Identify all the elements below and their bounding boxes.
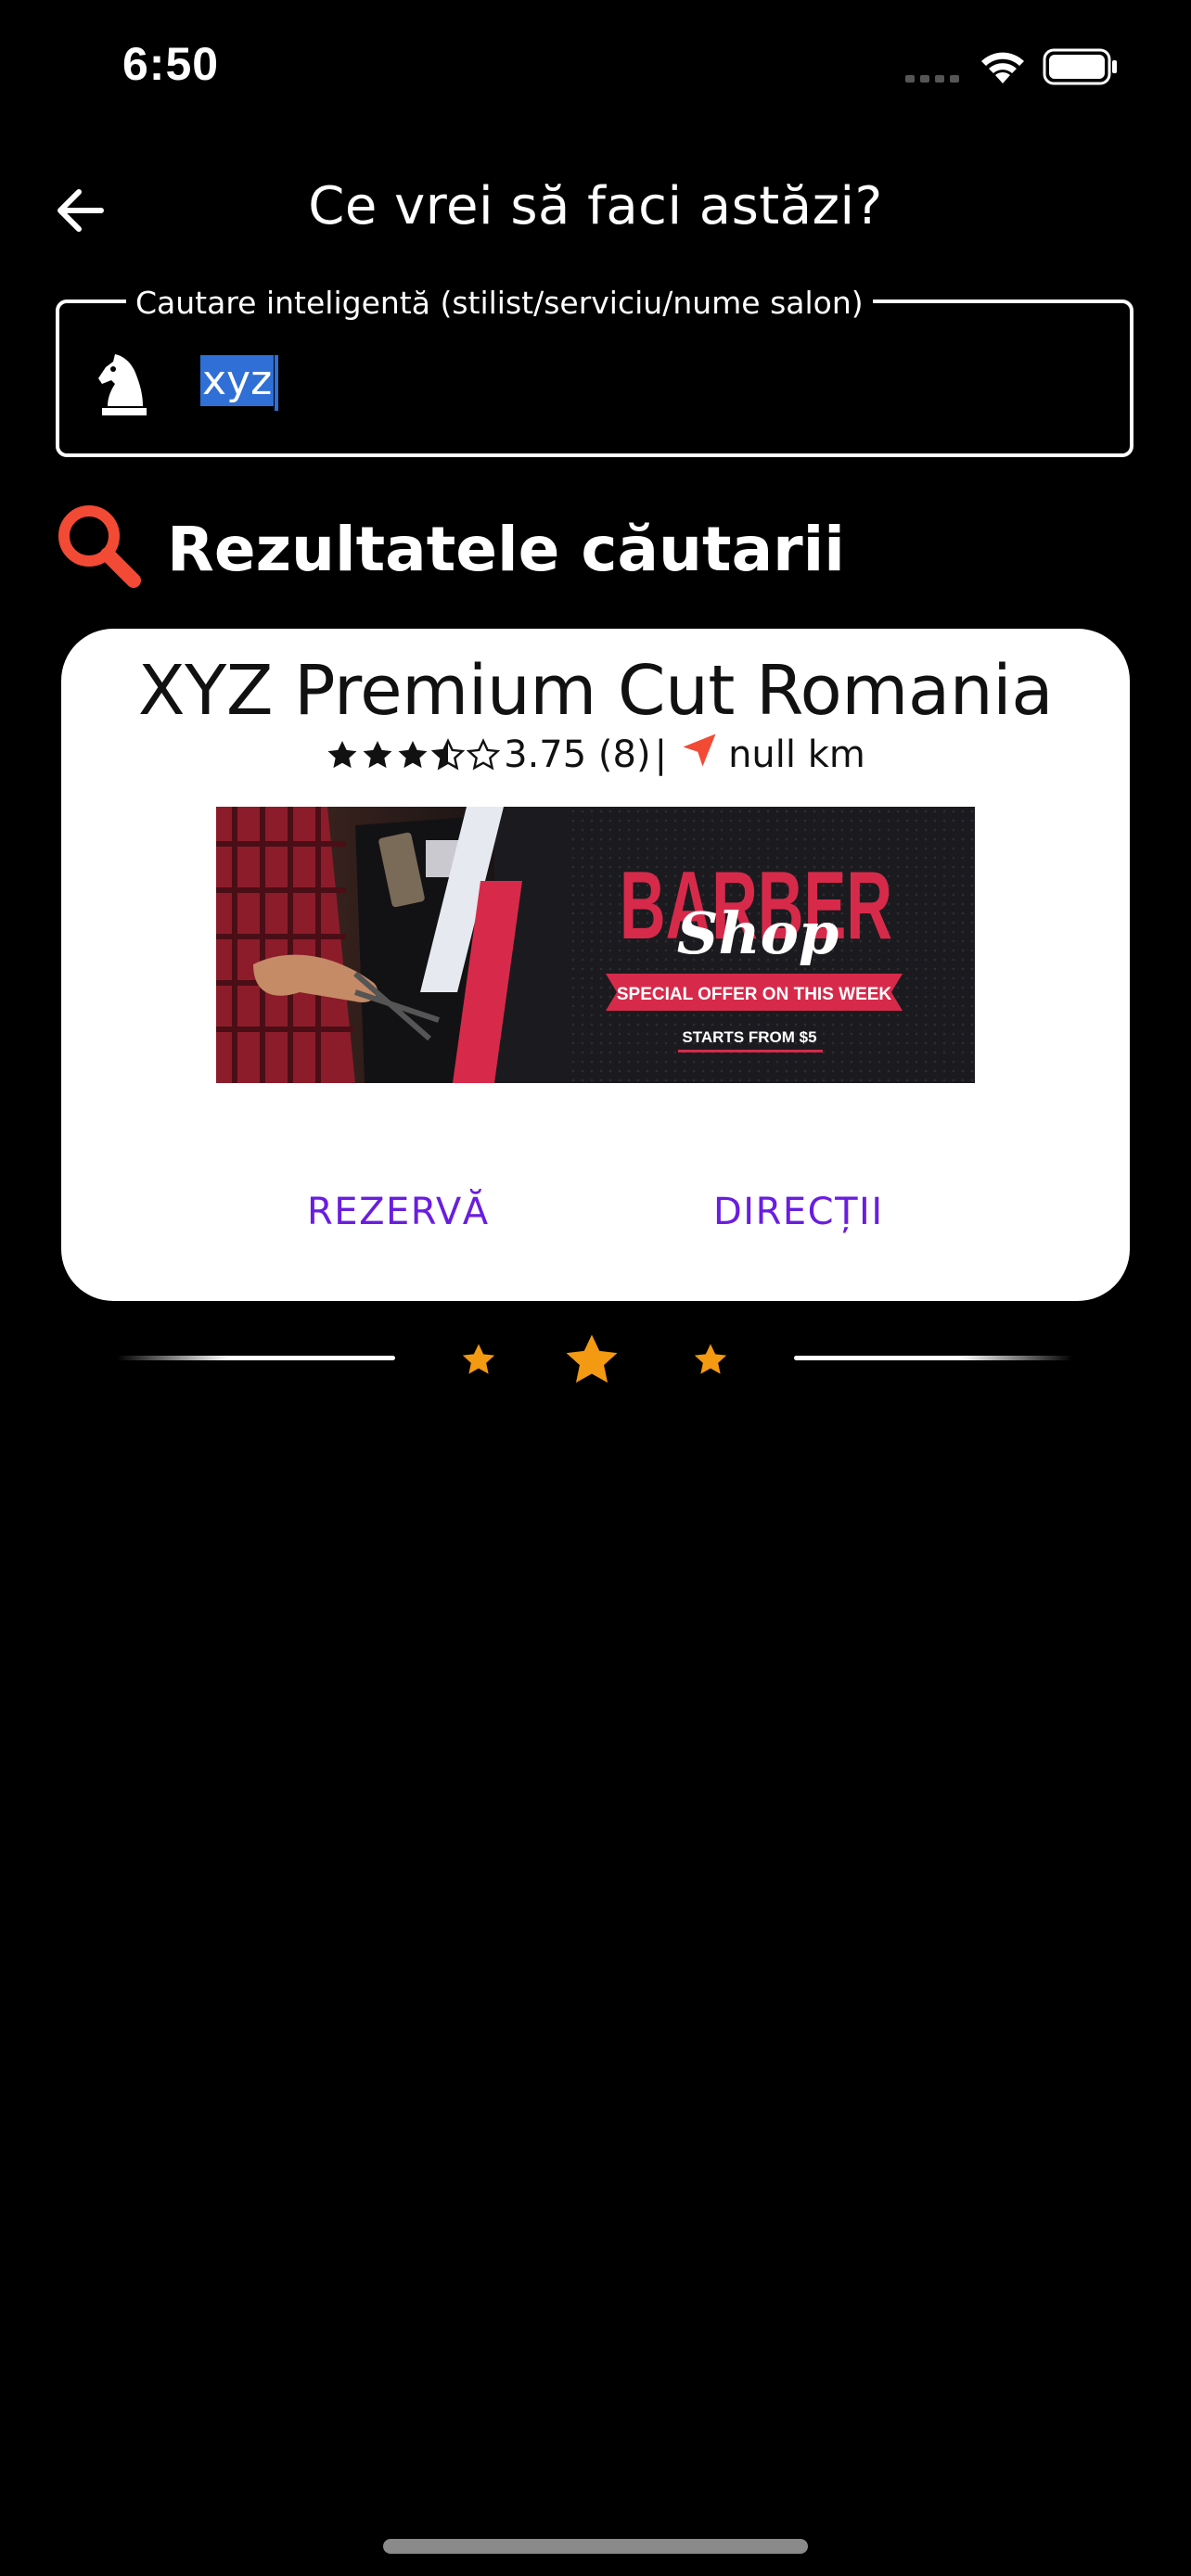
star-filled-icon	[327, 741, 357, 769]
status-bar: 6:50	[0, 0, 1191, 130]
salon-result-card[interactable]: XYZ Premium Cut Romania 3.75 (8) | null …	[61, 629, 1130, 1301]
magnifier-icon	[54, 501, 143, 594]
status-time: 6:50	[122, 38, 220, 90]
divider-line-left	[117, 1356, 395, 1360]
text-caret	[275, 355, 279, 411]
rating-stars	[326, 738, 501, 772]
chess-knight-icon	[93, 351, 154, 424]
search-input-value: xyz	[200, 355, 275, 406]
app-header: Ce vrei să faci astăzi?	[0, 167, 1191, 250]
divider-line-right	[794, 1356, 1072, 1360]
banner-ribbon-text: SPECIAL OFFER ON THIS WEEK	[617, 985, 892, 1004]
cellular-signal-icon	[905, 72, 963, 89]
book-button[interactable]: REZERVĂ	[307, 1191, 490, 1233]
salon-name: XYZ Premium Cut Romania	[137, 651, 1054, 731]
banner-price-note: STARTS FROM $5	[682, 1028, 816, 1046]
results-title: Rezultatele căutarii	[167, 514, 845, 585]
page-title: Ce vrei să faci astăzi?	[308, 176, 883, 236]
distance-text: null km	[728, 733, 865, 776]
banner-brand-line2: Shop	[677, 899, 839, 967]
star-icon	[566, 1334, 618, 1384]
card-actions: REZERVĂ DIRECȚII	[61, 1185, 1130, 1259]
search-input[interactable]: xyz	[200, 351, 279, 412]
salon-banner-image: BARBER Shop SPECIAL OFFER ON THIS WEEK S…	[216, 807, 975, 1083]
results-heading: Rezultatele căutarii	[54, 501, 1074, 593]
salon-rating-row: 3.75 (8) | null km	[61, 731, 1130, 779]
wifi-icon	[978, 48, 1028, 90]
star-icon	[462, 1344, 495, 1374]
star-filled-icon	[398, 741, 428, 769]
decorative-divider	[117, 1324, 1074, 1398]
rating-separator: |	[654, 733, 668, 776]
navigation-arrow-icon	[680, 731, 719, 779]
rating-text: 3.75 (8)	[504, 733, 651, 776]
battery-icon	[1043, 48, 1119, 90]
search-field-label: Cautare inteligentă (stilist/serviciu/nu…	[126, 285, 873, 321]
star-filled-icon	[363, 741, 392, 769]
home-indicator[interactable]	[383, 2539, 808, 2554]
star-outline-icon	[467, 738, 501, 771]
directions-button[interactable]: DIRECȚII	[713, 1191, 884, 1233]
star-icon	[694, 1344, 727, 1374]
star-half-icon	[431, 738, 466, 771]
